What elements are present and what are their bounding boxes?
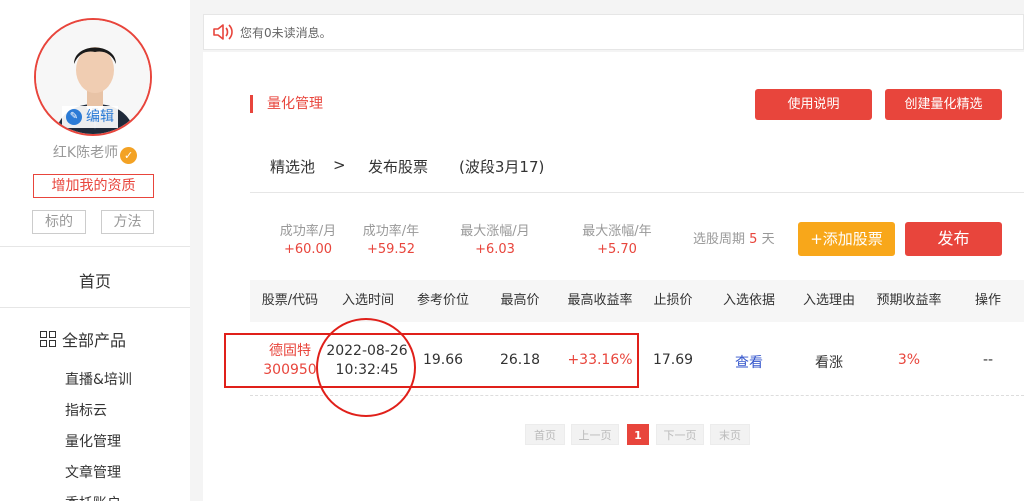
- pager-last[interactable]: 末页: [710, 424, 750, 445]
- tag-button-method[interactable]: 方法: [101, 210, 154, 234]
- add-qualification-button[interactable]: 增加我的资质: [33, 174, 154, 198]
- stat-label: 成功率/月: [279, 224, 337, 239]
- notice-text[interactable]: 您有0未读消息。: [240, 24, 332, 41]
- breadcrumb-pool[interactable]: 精选池: [270, 156, 315, 177]
- pager-next[interactable]: 下一页: [656, 424, 704, 445]
- operation[interactable]: --: [952, 352, 1024, 368]
- menu-item-indicator[interactable]: 指标云: [65, 400, 107, 420]
- menu-item-live[interactable]: 直播&培训: [65, 369, 132, 389]
- divider: [0, 307, 190, 308]
- col-stock: 股票/代码: [261, 293, 319, 308]
- stat-value: +6.03: [475, 242, 515, 257]
- breadcrumb-publish: 发布股票: [368, 158, 429, 176]
- highlight-box: [224, 333, 639, 388]
- nav-all-products[interactable]: 全部产品: [40, 327, 126, 351]
- stat-max-gain-year: 最大涨幅/年 +5.70: [577, 223, 657, 258]
- add-stock-button[interactable]: +添加股票: [798, 222, 895, 256]
- teacher-name-row: 红K陈老师 ✓: [0, 142, 190, 164]
- stat-success-month: 成功率/月 +60.00: [268, 223, 348, 258]
- nav-home[interactable]: 首页: [0, 268, 190, 292]
- menu-item-accounts[interactable]: 委托账户: [65, 493, 121, 501]
- section-title: 量化管理: [267, 96, 323, 112]
- col-time: 入选时间: [341, 293, 394, 308]
- stop-loss: 17.69: [652, 352, 694, 368]
- menu-item-quant[interactable]: 量化管理: [65, 431, 121, 451]
- sidebar: ✎ 编辑 红K陈老师 ✓ 增加我的资质 标的 方法 首页 全部产品 直播&培训 指…: [0, 0, 190, 501]
- cycle-prefix: 选股周期: [693, 232, 746, 247]
- create-quant-button[interactable]: 创建量化精选: [885, 89, 1002, 120]
- col-max-return: 最高收益率: [567, 293, 633, 308]
- edit-avatar-button[interactable]: ✎ 编辑: [62, 106, 118, 128]
- pager-first[interactable]: 首页: [525, 424, 565, 445]
- stat-value: +59.52: [366, 242, 416, 257]
- edit-label: 编辑: [86, 109, 114, 125]
- pager-current[interactable]: 1: [627, 424, 649, 445]
- speaker-icon: [213, 24, 233, 40]
- divider: [0, 246, 190, 247]
- cycle-days: 5: [749, 232, 758, 247]
- col-op: 操作: [974, 293, 1001, 308]
- grid-icon: [40, 331, 56, 347]
- breadcrumb-separator: >: [333, 156, 346, 174]
- view-basis-link[interactable]: 查看: [706, 352, 792, 372]
- section-marker: [250, 95, 253, 113]
- col-reason: 入选理由: [802, 293, 855, 308]
- menu-item-articles[interactable]: 文章管理: [65, 462, 121, 482]
- verified-icon: ✓: [120, 147, 138, 164]
- stat-value: +60.00: [283, 242, 333, 257]
- col-expected: 预期收益率: [876, 293, 942, 308]
- notice-bar: 您有0未读消息。: [203, 14, 1024, 50]
- col-high: 最高价: [500, 293, 540, 308]
- stat-value: +5.70: [597, 242, 637, 257]
- all-products-label: 全部产品: [62, 331, 127, 350]
- pager-prev[interactable]: 上一页: [571, 424, 619, 445]
- breadcrumb-band: (波段3月17): [459, 158, 545, 176]
- publish-button[interactable]: 发布: [905, 222, 1002, 256]
- col-stop-loss: 止损价: [653, 293, 693, 308]
- avatar[interactable]: ✎ 编辑: [34, 18, 152, 136]
- expected-return: 3%: [897, 352, 921, 368]
- col-ref-price: 参考价位: [416, 293, 469, 308]
- divider: [250, 192, 1024, 193]
- teacher-name: 红K陈老师: [52, 145, 119, 161]
- usage-guide-button[interactable]: 使用说明: [755, 89, 872, 120]
- stat-max-gain-month: 最大涨幅/月 +6.03: [455, 223, 535, 258]
- table-header: 股票/代码 入选时间 参考价位 最高价 最高收益率 止损价 入选依据 入选理由 …: [250, 280, 1024, 322]
- selection-cycle: 选股周期 5 天: [693, 228, 775, 247]
- col-basis: 入选依据: [722, 293, 775, 308]
- tag-button-target[interactable]: 标的: [32, 210, 86, 234]
- cycle-suffix: 天: [761, 232, 775, 247]
- stat-success-year: 成功率/年 +59.52: [351, 223, 431, 258]
- stat-label: 最大涨幅/月: [460, 224, 530, 239]
- highlight-circle: [316, 318, 416, 417]
- stat-label: 最大涨幅/年: [582, 224, 652, 239]
- pencil-icon: ✎: [66, 109, 82, 125]
- stat-label: 成功率/年: [362, 224, 420, 239]
- reason: 看涨: [815, 355, 843, 371]
- main-panel: 量化管理 使用说明 创建量化精选 精选池 > 发布股票 (波段3月17) 成功率…: [203, 52, 1024, 501]
